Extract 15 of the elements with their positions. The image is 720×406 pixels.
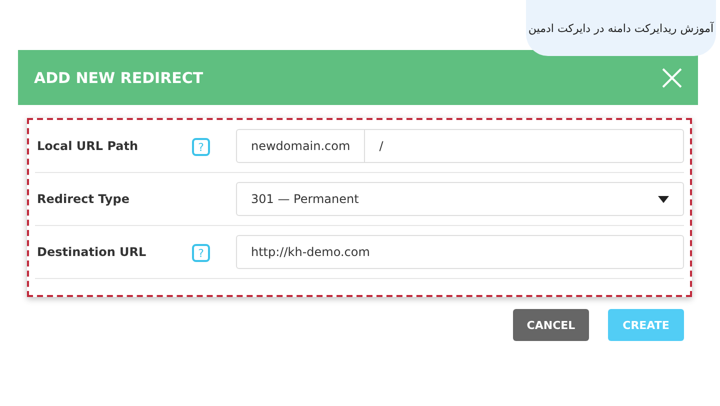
domain-prefix: newdomain.com: [237, 130, 366, 162]
field-label: Redirect Type: [36, 192, 130, 206]
field-label: Destination URL: [36, 245, 148, 259]
redirect-type-select[interactable]: 301 — Permanent: [236, 182, 684, 216]
field-value: http://kh-demo.com: [250, 245, 370, 259]
select-value: 301 — Permanent: [250, 192, 359, 206]
caption-banner: آموزش ریدایرکت دامنه در دایرکت ادمین: [526, 0, 716, 56]
close-icon[interactable]: [662, 68, 682, 88]
caret-icon: [658, 196, 669, 202]
destination-url-field[interactable]: http://kh-demo.com: [236, 235, 684, 269]
path-value: /: [378, 139, 384, 153]
url-path-field[interactable]: newdomain.com /: [236, 129, 684, 163]
cancel-button[interactable]: CANCEL: [513, 309, 589, 341]
dialog-title: ADD NEW REDIRECT: [34, 68, 204, 86]
field-label: Local URL Path: [36, 139, 140, 153]
